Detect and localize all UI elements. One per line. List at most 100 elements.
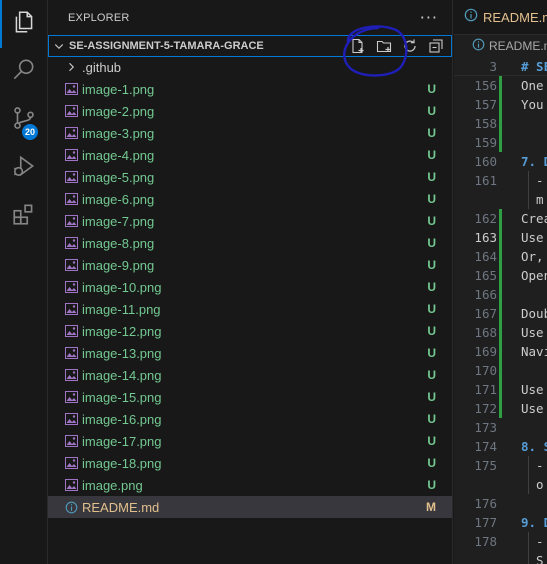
file-item[interactable]: image.png U bbox=[48, 474, 452, 496]
file-item[interactable]: image-17.png U bbox=[48, 430, 452, 452]
line-number: 157 bbox=[474, 97, 497, 112]
code-line[interactable]: 158 bbox=[454, 114, 547, 133]
file-item[interactable]: image-16.png U bbox=[48, 408, 452, 430]
code-line[interactable]: 162 Crea bbox=[454, 209, 547, 228]
line-number: 162 bbox=[474, 211, 497, 226]
git-added-gutter-marker bbox=[499, 266, 502, 285]
more-actions-icon[interactable]: ··· bbox=[420, 8, 438, 27]
tab-readme[interactable]: README.md bbox=[464, 8, 547, 26]
code-line[interactable]: 156 One bbox=[454, 76, 547, 95]
file-item[interactable]: image-6.png U bbox=[48, 188, 452, 210]
line-number: 3 bbox=[489, 58, 497, 74]
file-item[interactable]: image-3.png U bbox=[48, 122, 452, 144]
code-line[interactable]: 167 Doub bbox=[454, 304, 547, 323]
file-item[interactable]: image-2.png U bbox=[48, 100, 452, 122]
file-item[interactable]: image-18.png U bbox=[48, 452, 452, 474]
code-line[interactable]: 175 - bbox=[454, 456, 547, 475]
code-line[interactable]: m bbox=[454, 190, 547, 209]
source-control-activity-button[interactable]: 20 bbox=[0, 96, 48, 144]
folder-item[interactable]: .github bbox=[48, 56, 452, 78]
line-number: 160 bbox=[474, 154, 497, 169]
code-line[interactable]: 174 8. S bbox=[454, 437, 547, 456]
git-added-gutter-marker bbox=[499, 323, 502, 342]
image-file-icon bbox=[64, 302, 78, 316]
file-item[interactable]: image-11.png U bbox=[48, 298, 452, 320]
line-code: Or, bbox=[521, 249, 544, 264]
line-number: 177 bbox=[474, 515, 497, 530]
git-added-gutter-marker bbox=[499, 209, 502, 228]
new-folder-icon[interactable] bbox=[375, 37, 393, 55]
file-item[interactable]: image-12.png U bbox=[48, 320, 452, 342]
line-number: 156 bbox=[474, 78, 497, 93]
line-code: Crea bbox=[521, 211, 547, 226]
file-item[interactable]: image-4.png U bbox=[48, 144, 452, 166]
run-debug-icon bbox=[11, 153, 37, 183]
file-item[interactable]: image-8.png U bbox=[48, 232, 452, 254]
extensions-icon bbox=[11, 201, 37, 231]
code-line[interactable]: 178 - bbox=[454, 532, 547, 551]
code-line[interactable]: 163 Use bbox=[454, 228, 547, 247]
file-name: image-15.png bbox=[82, 389, 162, 405]
code-line[interactable]: 177 9. D bbox=[454, 513, 547, 532]
extensions-activity-button[interactable] bbox=[0, 192, 48, 240]
git-status-badge: U bbox=[427, 82, 436, 96]
file-item[interactable]: README.md M bbox=[48, 496, 452, 518]
git-added-gutter-marker bbox=[499, 304, 502, 323]
file-item[interactable]: image-14.png U bbox=[48, 364, 452, 386]
code-line[interactable]: 171 Use bbox=[454, 380, 547, 399]
code-line[interactable]: 170 bbox=[454, 361, 547, 380]
file-item[interactable]: image-15.png U bbox=[48, 386, 452, 408]
code-line[interactable]: 168 Use bbox=[454, 323, 547, 342]
breadcrumb-item[interactable]: README.m bbox=[489, 39, 547, 53]
git-added-gutter-marker bbox=[499, 285, 502, 304]
refresh-icon[interactable] bbox=[401, 37, 419, 55]
code-line[interactable]: S bbox=[454, 551, 547, 564]
sticky-scroll-line[interactable]: 3 # SE bbox=[454, 57, 547, 76]
search-activity-button[interactable] bbox=[0, 48, 48, 96]
collapse-all-icon[interactable] bbox=[427, 37, 445, 55]
git-status-badge: M bbox=[426, 500, 436, 514]
line-number: 161 bbox=[474, 173, 497, 188]
code-line[interactable]: 160 7. D bbox=[454, 152, 547, 171]
line-code: Open bbox=[521, 268, 547, 283]
line-code: 7. D bbox=[521, 154, 547, 169]
code-line[interactable]: 164 Or, bbox=[454, 247, 547, 266]
code-line[interactable]: 165 Open bbox=[454, 266, 547, 285]
code-line[interactable]: 172 Use bbox=[454, 399, 547, 418]
image-file-icon bbox=[64, 412, 78, 426]
code-line[interactable]: 159 bbox=[454, 133, 547, 152]
run-debug-activity-button[interactable] bbox=[0, 144, 48, 192]
code-line[interactable]: 169 Navi bbox=[454, 342, 547, 361]
workspace-title: SE-ASSIGNMENT-5-TAMARA-GRACE bbox=[69, 40, 264, 52]
git-added-gutter-marker bbox=[499, 228, 502, 247]
new-file-icon[interactable] bbox=[349, 37, 367, 55]
code-line[interactable]: 176 bbox=[454, 494, 547, 513]
line-number: 166 bbox=[474, 287, 497, 302]
workspace-section-header[interactable]: SE-ASSIGNMENT-5-TAMARA-GRACE bbox=[48, 35, 452, 57]
code-line[interactable]: 166 bbox=[454, 285, 547, 304]
explorer-header: EXPLORER ··· bbox=[48, 0, 452, 35]
file-item[interactable]: image-10.png U bbox=[48, 276, 452, 298]
file-name: image-6.png bbox=[82, 191, 155, 207]
git-status-badge: U bbox=[427, 258, 436, 272]
explorer-activity-button[interactable] bbox=[0, 0, 48, 48]
git-status-badge: U bbox=[427, 412, 436, 426]
git-added-gutter-marker bbox=[499, 114, 502, 133]
line-number: 158 bbox=[474, 116, 497, 131]
git-added-gutter-marker bbox=[499, 342, 502, 361]
file-item[interactable]: image-13.png U bbox=[48, 342, 452, 364]
file-item[interactable]: image-5.png U bbox=[48, 166, 452, 188]
explorer-title: EXPLORER bbox=[68, 11, 130, 24]
code-line[interactable]: 161 - bbox=[454, 171, 547, 190]
code-line[interactable]: 157 You bbox=[454, 95, 547, 114]
code-lines[interactable]: 156 One 157 You 158 159 160 7. D 161 - m 162 Cre… bbox=[454, 76, 547, 564]
line-number: 176 bbox=[474, 496, 497, 511]
file-name: image-9.png bbox=[82, 257, 155, 273]
code-line[interactable]: 173 bbox=[454, 418, 547, 437]
file-item[interactable]: image-1.png U bbox=[48, 78, 452, 100]
code-line[interactable]: o bbox=[454, 475, 547, 494]
file-name: .github bbox=[82, 59, 122, 75]
file-name: image.png bbox=[82, 477, 143, 493]
file-item[interactable]: image-9.png U bbox=[48, 254, 452, 276]
file-item[interactable]: image-7.png U bbox=[48, 210, 452, 232]
